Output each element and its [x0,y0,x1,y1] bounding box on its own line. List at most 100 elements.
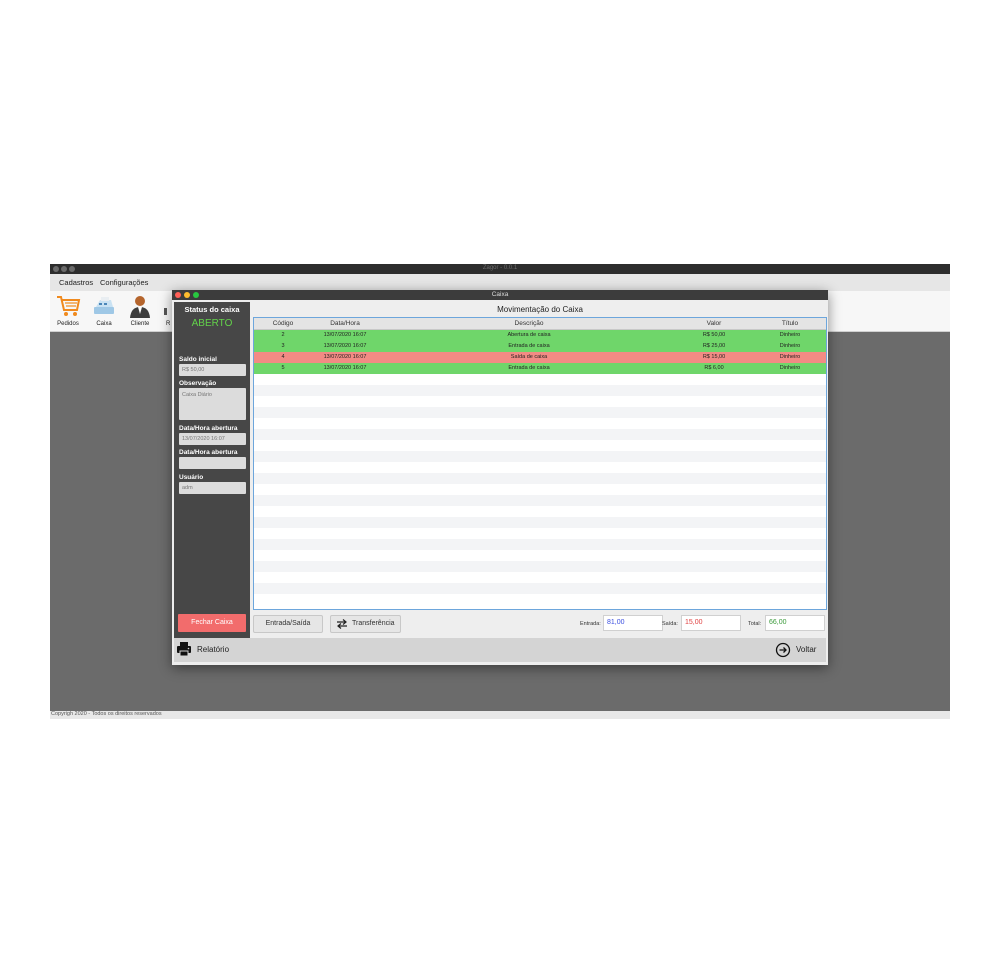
menubar: Cadastros Configurações [50,274,950,291]
entrada-total-label: Entrada: [580,621,601,627]
saida-total-label: Saída: [662,621,678,627]
abertura-field[interactable]: 13/07/2020 16:07 [179,433,246,445]
saldo-total-field[interactable]: 66,00 [765,615,825,631]
toolbar-pedidos-button[interactable]: Pedidos [50,291,86,331]
toolbar-pedidos-label: Pedidos [57,321,79,327]
empty-row [254,484,826,495]
saldo-inicial-label: Saldo inicial [179,356,217,363]
column-header-descricao[interactable]: Descrição [444,320,614,327]
dialog-footer: Relatório Voltar [174,638,826,662]
cell-valor: R$ 50,00 [702,332,726,338]
usuario-field[interactable]: adm [179,482,246,494]
cell-codigo: 2 [281,332,285,338]
cell-descricao: Entrada de caixa [508,365,550,371]
toolbar-cliente-label: Cliente [130,321,150,327]
fechamento-label: Data/Hora abertura [179,449,238,456]
empty-row [254,451,826,462]
empty-row [254,385,826,396]
cell-titulo: Dinheiro [779,354,801,360]
arrow-right-circle-icon [775,642,791,658]
relatorio-label: Relatório [197,645,230,654]
table-row[interactable]: 4 13/07/2020 16:07 Saída de caixa R$ 15,00 D… [254,352,826,363]
empty-row [254,539,826,550]
cell-titulo: Dinheiro [779,365,801,371]
cell-descricao: Saída de caixa [510,354,548,360]
main-window-title: Zagor - 0.0.1 [482,265,518,271]
saldo-total-label: Total: [748,621,762,627]
empty-row [254,429,826,440]
cell-descricao: Abertura de caixa [507,332,551,338]
cell-data: 13/07/2020 16:07 [323,365,367,371]
empty-row [254,440,826,451]
entrada-saida-button[interactable]: Entrada/Saída [253,615,323,633]
empty-row [254,407,826,418]
dialog-title: Caixa [491,291,509,298]
relatorio-button[interactable]: Relatório [176,641,236,659]
entrada-total-field[interactable]: 81,00 [603,615,663,631]
empty-row [254,594,826,605]
empty-row [254,495,826,506]
transferencia-button[interactable]: Transferência [330,615,401,633]
empty-row [254,550,826,561]
voltar-button[interactable]: Voltar [774,641,824,659]
abertura-label: Data/Hora abertura [179,425,238,432]
table-row[interactable]: 5 13/07/2020 16:07 Entrada de caixa R$ 6,00… [254,363,826,374]
menu-configuracoes[interactable]: Configurações [100,278,148,287]
printer-icon [177,642,191,657]
empty-row [254,583,826,594]
empty-row [254,506,826,517]
table-title: Movimentação do Caixa [497,305,583,314]
transferencia-label: Transferência [352,620,395,627]
status-label: Status do caixa [184,305,240,314]
empty-row [254,462,826,473]
shopping-cart-icon [57,296,81,316]
table-header: Código Data/Hora Descrição Valor Título [254,318,826,330]
table-row[interactable]: 3 13/07/2020 16:07 Entrada de caixa R$ 25,0… [254,341,826,352]
voltar-label: Voltar [796,645,817,654]
saldo-inicial-field[interactable]: R$ 50,00 [179,364,246,376]
toolbar-cliente-button[interactable]: Cliente [122,291,158,331]
empty-row [254,517,826,528]
saida-total-field[interactable]: 15,00 [681,615,741,631]
user-icon [130,296,150,318]
column-header-codigo[interactable]: Código [258,320,308,327]
toolbar-caixa-label: Caixa [96,321,112,327]
cell-codigo: 5 [281,365,285,371]
fechamento-field[interactable] [179,457,246,469]
observacao-label: Observação [179,380,217,387]
toolbar-caixa-button[interactable]: Caixa [86,291,122,331]
cell-data: 13/07/2020 16:07 [323,354,367,360]
empty-row [254,561,826,572]
movimentacao-table[interactable]: Código Data/Hora Descrição Valor Título … [253,317,827,610]
cell-data: 13/07/2020 16:07 [323,343,367,349]
main-titlebar: Zagor - 0.0.1 [50,264,950,274]
column-header-data[interactable]: Data/Hora [310,320,380,327]
copyright-text: Copyrigh 2020 - Todos os direitos reserv… [51,711,162,717]
empty-row [254,396,826,407]
cash-register-icon [94,297,114,314]
cell-valor: R$ 15,00 [702,354,726,360]
column-header-titulo[interactable]: Título [754,320,826,327]
cell-titulo: Dinheiro [779,343,801,349]
menu-cadastros[interactable]: Cadastros [59,278,93,287]
usuario-label: Usuário [179,474,204,481]
cell-codigo: 4 [281,354,285,360]
caixa-dialog: Caixa Status do caixa ABERTO Saldo inici… [172,290,828,665]
transfer-arrows-icon [337,619,347,629]
dialog-titlebar: Caixa [172,290,828,300]
toolbar-partial-button[interactable]: R [158,291,172,331]
cell-descricao: Entrada de caixa [508,343,550,349]
partial-icon [164,308,167,315]
cell-data: 13/07/2020 16:07 [323,332,367,338]
cell-titulo: Dinheiro [779,332,801,338]
status-bar: Copyrigh 2020 - Todos os direitos reserv… [50,711,950,719]
column-header-valor[interactable]: Valor [674,320,754,327]
fechar-caixa-button[interactable]: Fechar Caixa [178,614,246,632]
cell-valor: R$ 6,00 [704,365,724,371]
observacao-field[interactable]: Caixa Diário [179,388,246,420]
empty-row [254,473,826,484]
empty-row [254,418,826,429]
table-row[interactable]: 2 13/07/2020 16:07 Abertura de caixa R$ 50,… [254,330,826,341]
cell-valor: R$ 25,00 [702,343,726,349]
empty-row [254,572,826,583]
